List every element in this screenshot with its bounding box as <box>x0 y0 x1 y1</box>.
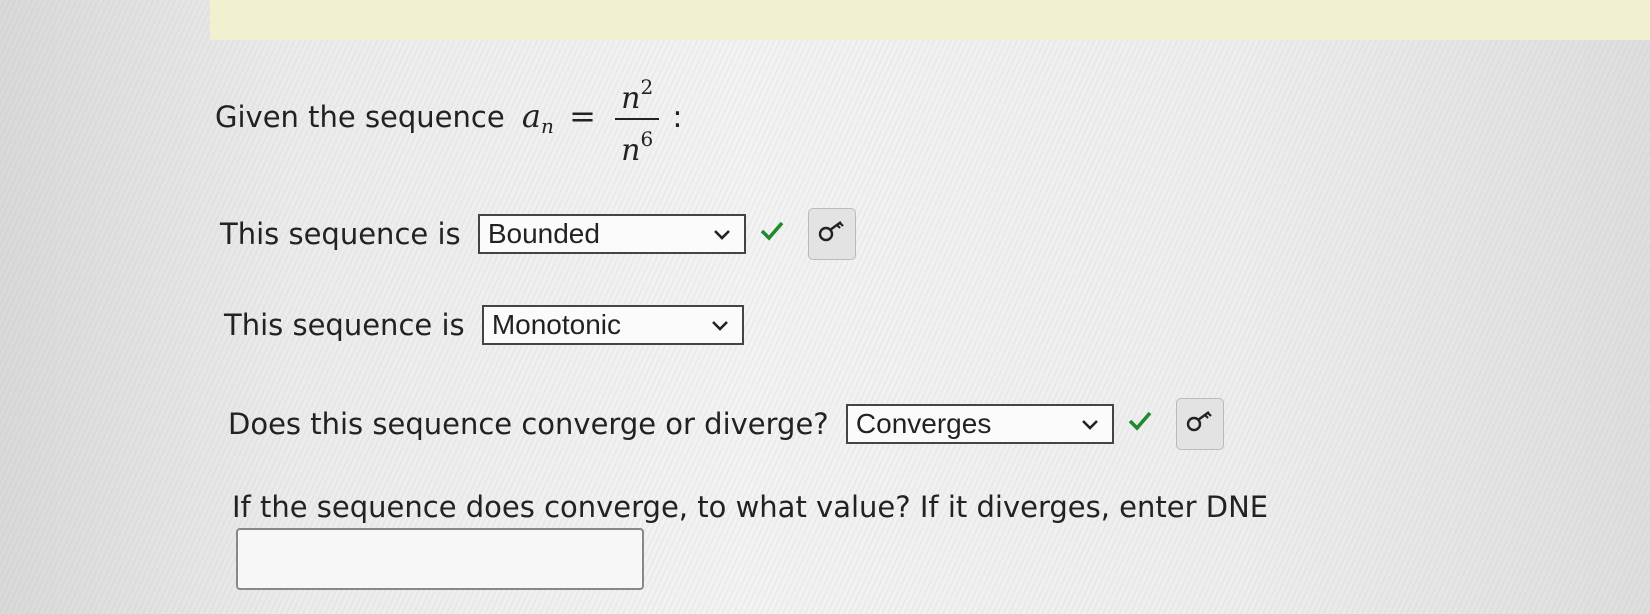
statement-colon: : <box>672 100 683 135</box>
fraction-denominator: n6 <box>615 120 659 170</box>
part-converge: Does this sequence converge or diverge? … <box>228 398 1225 450</box>
key-icon <box>817 217 847 251</box>
part2-label: This sequence is <box>224 308 465 342</box>
numerator-base: n <box>621 81 641 116</box>
key-button[interactable] <box>808 208 857 260</box>
denominator-exponent: 6 <box>640 127 654 151</box>
sequence-name: a <box>521 97 541 135</box>
sequence-term: an <box>521 97 554 138</box>
chevron-down-icon <box>712 219 732 260</box>
denominator-base: n <box>621 133 641 168</box>
numerator-exponent: 2 <box>640 75 654 99</box>
bounded-select-value: Bounded <box>487 218 600 249</box>
limit-answer-input[interactable] <box>236 528 644 590</box>
part-monotonic: This sequence is Monotonic <box>224 305 744 345</box>
question-statement: Given the sequence an = n2 n6 : <box>215 68 683 170</box>
sequence-subscript: n <box>541 114 554 138</box>
key-icon <box>1185 407 1215 441</box>
equals-sign: = <box>569 97 596 135</box>
check-icon <box>1127 407 1153 442</box>
part-limit-label: If the sequence does converge, to what v… <box>232 490 1269 524</box>
part-bounded: This sequence is Bounded <box>220 208 857 260</box>
converge-select[interactable]: Converges <box>845 404 1114 444</box>
bounded-select[interactable]: Bounded <box>477 214 746 254</box>
part3-label: Does this sequence converge or diverge? <box>228 407 829 441</box>
part1-label: This sequence is <box>220 217 461 251</box>
fraction-numerator: n2 <box>615 68 660 120</box>
monotonic-select[interactable]: Monotonic <box>481 305 744 345</box>
converge-select-value: Converges <box>855 408 992 439</box>
key-button[interactable] <box>1176 398 1225 450</box>
sequence-fraction: n2 n6 <box>615 68 660 170</box>
top-banner <box>210 0 1650 40</box>
question-intro: Given the sequence <box>215 100 505 134</box>
chevron-down-icon <box>1080 409 1100 450</box>
chevron-down-icon <box>710 310 730 351</box>
monotonic-select-value: Monotonic <box>491 309 622 340</box>
check-icon <box>759 217 785 252</box>
